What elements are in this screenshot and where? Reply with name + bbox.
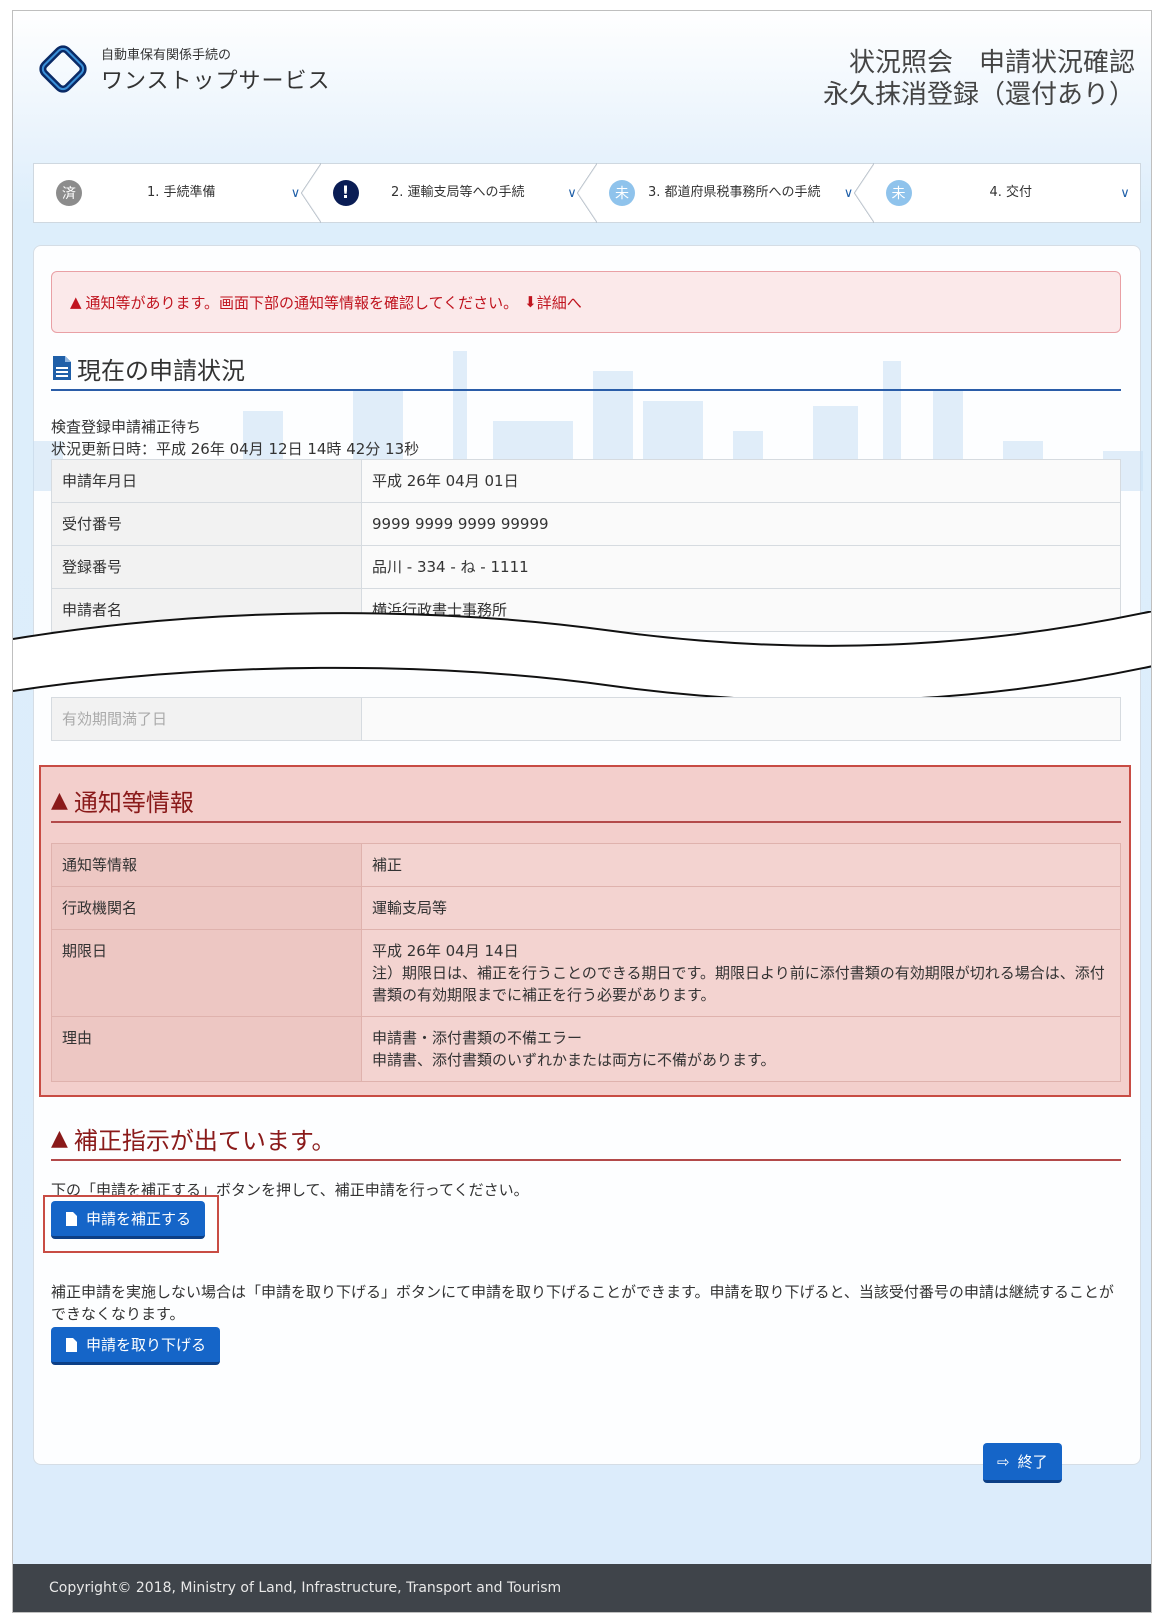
notice-title: 通知等情報: [73, 788, 194, 817]
status-text: 検査登録申請補正待ち: [51, 418, 202, 436]
table-row: 期限日 平成 26年 04月 14日 注）期限日は、補正を行うことのできる期日で…: [51, 929, 1121, 1017]
table-value-line: 補正: [372, 856, 403, 874]
application-info-table-continued: 有効期間満了日: [51, 697, 1121, 741]
current-status-heading: 現在の申請状況: [51, 347, 1121, 391]
document-icon: [53, 356, 71, 380]
exit-button[interactable]: ⇨ 終了: [983, 1443, 1062, 1483]
page-title-line1: 状況照会 申請状況確認: [848, 48, 1135, 78]
table-value: [361, 697, 1121, 741]
warning-icon: ▲: [70, 293, 82, 311]
step-3[interactable]: 未 3. 都道府県税事務所への手続 ∨: [577, 163, 864, 223]
table-value: 品川 - 334 - ね - 1111: [361, 545, 1121, 589]
progress-steps: 済 1. 手続準備 ∨ ! 2. 運輸支局等への手続 ∨ 未 3. 都道府県税事…: [33, 163, 1141, 223]
page-title: 状況照会 申請状況確認 永久抹消登録（還付あり）: [823, 47, 1135, 111]
correction-heading: ▲ 補正指示が出ています。: [51, 1117, 1121, 1161]
table-key: 理由: [51, 1016, 362, 1082]
withdraw-note: 補正申請を実施しない場合は「申請を取り下げる」ボタンにて申請を取り下げることがで…: [51, 1283, 1114, 1323]
step-4-label: 4. 交付: [989, 185, 1033, 200]
chevron-down-icon[interactable]: ∨: [1110, 186, 1140, 201]
warning-icon: ▲: [51, 1125, 68, 1151]
reason-title: 申請書・添付書類の不備エラー: [372, 1029, 583, 1047]
deadline-note: 注）期限日は、補正を行うことのできる期日です。期限日より前に添付書類の有効期限が…: [372, 964, 1105, 1004]
table-key: 期限日: [51, 929, 362, 1017]
page-break-wave: [13, 611, 1151, 702]
table-value: 申請書・添付書類の不備エラー 申請書、添付書類のいずれかまたは両方に不備がありま…: [361, 1016, 1121, 1082]
table-value: 運輸支局等: [361, 886, 1121, 930]
step-2[interactable]: ! 2. 運輸支局等への手続 ∨: [300, 163, 588, 223]
logo-title: ワンストップサービス: [101, 69, 331, 94]
correction-title: 補正指示が出ています。: [73, 1126, 336, 1155]
reason-detail: 申請書、添付書類のいずれかまたは両方に不備があります。: [372, 1051, 776, 1069]
page-frame: 自動車保有関係手続の ワンストップサービス 状況照会 申請状況確認 永久抹消登録…: [12, 10, 1152, 1613]
notice-heading: ▲ 通知等情報: [51, 779, 1121, 823]
step-4[interactable]: 未 4. 交付 ∨: [853, 163, 1141, 223]
table-row: 行政機関名 運輸支局等: [51, 886, 1121, 930]
table-value: 9999 9999 9999 99999: [361, 502, 1121, 546]
correct-application-button[interactable]: 申請を補正する: [51, 1201, 206, 1239]
alert-detail-link[interactable]: 詳細へ: [537, 292, 582, 313]
table-key: 受付番号: [51, 502, 362, 546]
table-row: 有効期間満了日: [51, 697, 1121, 741]
table-value: 補正: [361, 843, 1121, 887]
step-1[interactable]: 済 1. 手続準備 ∨: [34, 164, 311, 222]
alert-text: 通知等があります。画面下部の通知等情報を確認してください。: [85, 293, 519, 312]
step-2-badge: !: [332, 180, 359, 206]
table-row: 登録番号 品川 - 334 - ね - 1111: [51, 545, 1121, 589]
table-key: 申請年月日: [51, 459, 362, 503]
exit-button-label: 終了: [1017, 1453, 1048, 1471]
step-3-label: 3. 都道府県税事務所への手続: [647, 185, 821, 200]
table-value-line: 運輸支局等: [372, 899, 448, 917]
application-info-table: 申請年月日 平成 26年 04月 01日 受付番号 9999 9999 9999…: [51, 459, 1121, 632]
step-2-label: 2. 運輸支局等への手続: [390, 185, 525, 200]
arrow-down-icon: ⬇: [524, 293, 537, 311]
withdraw-button-label: 申請を取り下げる: [86, 1336, 207, 1354]
logout-icon: ⇨: [997, 1452, 1010, 1471]
table-key: 通知等情報: [51, 843, 362, 887]
status-updated: 状況更新日時：平成 26年 04月 12日 14時 42分 13秒: [51, 440, 420, 458]
table-key: 行政機関名: [51, 886, 362, 930]
table-row: 通知等情報 補正: [51, 843, 1121, 887]
current-status-title: 現在の申請状況: [77, 356, 245, 385]
table-key: 登録番号: [51, 545, 362, 589]
step-1-badge: 済: [56, 180, 82, 206]
footer: Copyright© 2018, Ministry of Land, Infra…: [13, 1564, 1151, 1612]
document-icon: [66, 1211, 77, 1226]
deadline-date: 平成 26年 04月 14日: [372, 942, 519, 960]
table-row: 申請年月日 平成 26年 04月 01日: [51, 459, 1121, 503]
table-key: 有効期間満了日: [51, 697, 362, 741]
status-summary: 検査登録申請補正待ち 状況更新日時：平成 26年 04月 12日 14時 42分…: [51, 416, 419, 460]
step-3-badge: 未: [609, 180, 635, 206]
table-value: 平成 26年 04月 14日 注）期限日は、補正を行うことのできる期日です。期限…: [361, 929, 1121, 1017]
table-value: 平成 26年 04月 01日: [361, 459, 1121, 503]
correct-button-label: 申請を補正する: [86, 1210, 192, 1228]
document-icon: [66, 1337, 77, 1352]
warning-icon: ▲: [51, 787, 68, 813]
table-row: 受付番号 9999 9999 9999 99999: [51, 502, 1121, 546]
logo-subtitle: 自動車保有関係手続の: [101, 48, 232, 63]
notification-alert: ▲ 通知等があります。画面下部の通知等情報を確認してください。 ⬇ 詳細へ: [51, 271, 1121, 333]
table-row: 理由 申請書・添付書類の不備エラー 申請書、添付書類のいずれかまたは両方に不備が…: [51, 1016, 1121, 1082]
withdraw-application-button[interactable]: 申請を取り下げる: [51, 1327, 221, 1365]
notice-info-table: 通知等情報 補正 行政機関名 運輸支局等 期限日 平成 26年 04月 14日 …: [51, 843, 1121, 1082]
service-logo-icon: [39, 45, 87, 93]
step-1-label: 1. 手続準備: [146, 185, 216, 200]
step-4-badge: 未: [885, 180, 912, 206]
page-title-line2: 永久抹消登録（還付あり）: [822, 80, 1135, 110]
copyright-text: Copyright© 2018, Ministry of Land, Infra…: [49, 1580, 562, 1596]
